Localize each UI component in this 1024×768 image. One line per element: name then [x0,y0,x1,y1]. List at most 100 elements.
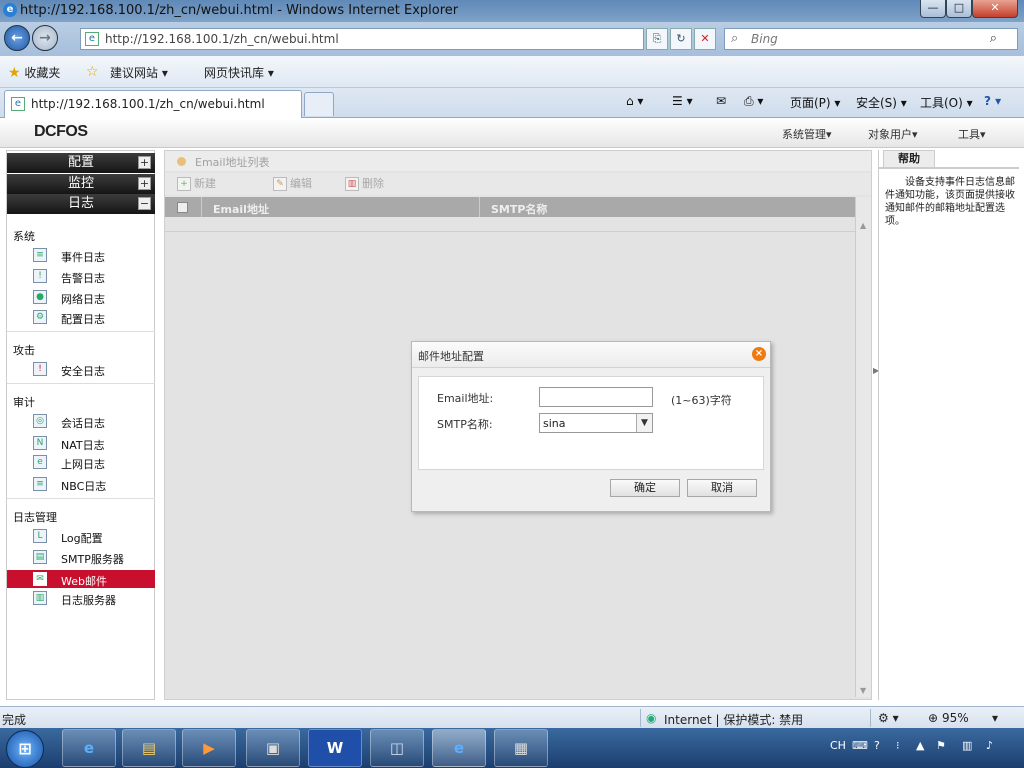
compatibility-view-icon[interactable]: ⎘ [646,28,668,50]
dialog-titlebar[interactable]: 邮件地址配置 × [412,342,770,368]
window-titlebar: e http://192.168.100.1/zh_cn/webui.html … [0,0,1024,22]
new-button[interactable]: + 新建 [177,175,216,193]
expand-icon[interactable]: + [138,156,151,169]
cancel-button[interactable]: 取消 [687,479,757,497]
popup-blocker-icon[interactable]: ⚙ ▾ [878,711,899,725]
divider [640,709,641,727]
help-tab[interactable]: 帮助 [883,150,935,168]
taskbar-app-icon[interactable]: ▣ [246,729,300,767]
search-icon[interactable]: ⌕ [990,31,997,46]
sidebar-item-security-log[interactable]: ! 安全日志 [7,360,155,378]
taskbar-explorer-icon[interactable]: ▤ [122,729,176,767]
smtp-select[interactable]: sina ▼ [539,413,653,433]
delete-button[interactable]: ▥ 删除 [345,175,384,193]
zoom-level[interactable]: 95% [942,711,969,725]
help-panel: 帮助 设备支持事件日志信息邮件通知功能，该页面提供接收通知邮件的邮箱地址配置选项… [878,150,1019,700]
volume-icon[interactable]: ♪ [986,739,993,752]
menu-tools[interactable]: 工具▾ [958,126,986,142]
safety-menu[interactable]: 安全(S) ▾ [856,94,907,111]
sidebar-item-network-log[interactable]: ● 网络日志 [7,288,155,306]
scroll-down-icon[interactable]: ▼ [860,686,866,695]
suggested-sites-link[interactable]: 建议网站 ▾ [110,64,168,81]
security-log-icon: ! [33,362,47,376]
taskbar-ie-active-icon[interactable]: e [432,729,486,767]
forward-button[interactable]: → [32,25,58,51]
refresh-icon[interactable]: ↻ [670,28,692,50]
minimize-button[interactable]: — [920,0,946,18]
page-menu[interactable]: 页面(P) ▾ [790,94,840,111]
search-box[interactable]: ⌕ Bing ⌕ [724,28,1018,50]
keyboard-icon[interactable]: ⌨ [852,739,868,752]
address-url[interactable]: http://192.168.100.1/zh_cn/webui.html [105,32,339,46]
email-field[interactable] [539,387,653,407]
scroll-up-icon[interactable]: ▲ [860,221,866,230]
help-icon[interactable]: ? ▾ [984,94,1001,108]
help-tray-icon[interactable]: ? [874,739,880,752]
favorites-button[interactable]: ★ 收藏夹 [8,64,60,81]
expand-icon[interactable]: + [138,177,151,190]
collapse-icon[interactable]: − [138,197,151,210]
ok-button[interactable]: 确定 [610,479,680,497]
sidebar-item-smtp-server[interactable]: ▤ SMTP服务器 [7,548,155,566]
stop-icon[interactable]: ✕ [694,28,716,50]
start-button[interactable]: ⊞ [6,730,44,768]
sidebar-item-log-config[interactable]: L Log配置 [7,527,155,545]
alarm-log-icon: ! [33,269,47,283]
zoom-menu-icon[interactable]: ▾ [992,711,998,725]
taskbar-media-player-icon[interactable]: ▶ [182,729,236,767]
list-header: Email地址列表 [165,151,871,171]
action-center-icon[interactable]: ⚑ [936,739,946,752]
network-icon[interactable]: ▥ [962,739,972,752]
security-zone[interactable]: Internet | 保护模式: 禁用 [664,711,803,728]
column-email[interactable]: Email地址 [213,201,269,217]
tools-menu-label: 工具(O) [920,96,963,110]
browser-tab[interactable]: e http://192.168.100.1/zh_cn/webui.html [4,90,302,118]
sidebar-item-web-access-log[interactable]: e 上网日志 [7,453,155,471]
sidebar-item-nbc-log[interactable]: ≡ NBC日志 [7,475,155,493]
print-icon[interactable]: ⎙ ▾ [744,94,763,109]
tools-menu[interactable]: 工具(O) ▾ [920,94,973,111]
sidebar-item-event-log[interactable]: ≡ 事件日志 [7,246,155,264]
chevron-down-icon[interactable]: ▼ [636,414,652,432]
accordion-monitor[interactable]: 监控 + [7,174,155,194]
sidebar-item-web-mail[interactable]: ✉ Web邮件 [7,570,155,588]
ime-indicator[interactable]: CH [830,739,846,752]
new-tab-button[interactable] [304,92,334,116]
address-bar[interactable]: e http://192.168.100.1/zh_cn/webui.html [80,28,644,50]
sidebar-item-session-log[interactable]: ◎ 会话日志 [7,412,155,430]
mail-icon[interactable]: ✉ [716,94,726,108]
back-button[interactable]: ← [4,25,30,51]
close-button[interactable]: ✕ [972,0,1018,18]
taskbar-remote-desktop-icon[interactable]: ◫ [370,729,424,767]
close-icon[interactable]: × [752,347,766,361]
select-all-checkbox[interactable] [177,202,188,213]
taskbar-window-icon[interactable]: ▦ [494,729,548,767]
show-hidden-icons[interactable]: ▲ [916,739,924,752]
sidebar-item-alarm-log[interactable]: ! 告警日志 [7,267,155,285]
accordion-log[interactable]: 日志 − [7,194,155,214]
add-favorite-icon[interactable]: ☆ [86,64,99,80]
dialog-form: Email地址: (1~63)字符 SMTP名称: sina ▼ [418,376,764,470]
star-icon: ★ [8,65,21,81]
menu-object-users[interactable]: 对象用户▾ [868,126,918,142]
home-icon[interactable]: ⌂ ▾ [626,94,643,108]
vertical-scrollbar[interactable]: ▲ ▼ [855,197,871,697]
menu-system-management[interactable]: 系统管理▾ [782,126,832,142]
status-bar: 完成 ◉ Internet | 保护模式: 禁用 ⚙ ▾ ⊕ 95% ▾ [0,706,1024,728]
feeds-icon[interactable]: ☰ ▾ [672,94,693,108]
sidebar-item-config-log[interactable]: ⚙ 配置日志 [7,308,155,326]
search-provider-icon: ⌕ [731,31,739,46]
taskbar-word-icon[interactable]: W [308,729,362,767]
web-slice-gallery-link[interactable]: 网页快讯库 ▾ [204,64,274,81]
edit-button[interactable]: ✎ 编辑 [273,175,312,193]
taskbar-ie-icon[interactable]: e [62,729,116,767]
zoom-icon[interactable]: ⊕ [928,711,938,725]
sidebar-item-log-server[interactable]: ▥ 日志服务器 [7,589,155,607]
sidebar-item-nat-log[interactable]: N NAT日志 [7,434,155,452]
new-button-label: 新建 [194,177,216,190]
maximize-button[interactable]: □ [946,0,972,18]
ime-options-icon[interactable]: ⁝ [896,739,900,752]
edit-icon: ✎ [273,177,287,191]
column-smtp[interactable]: SMTP名称 [491,201,547,217]
accordion-config[interactable]: 配置 + [7,153,155,173]
